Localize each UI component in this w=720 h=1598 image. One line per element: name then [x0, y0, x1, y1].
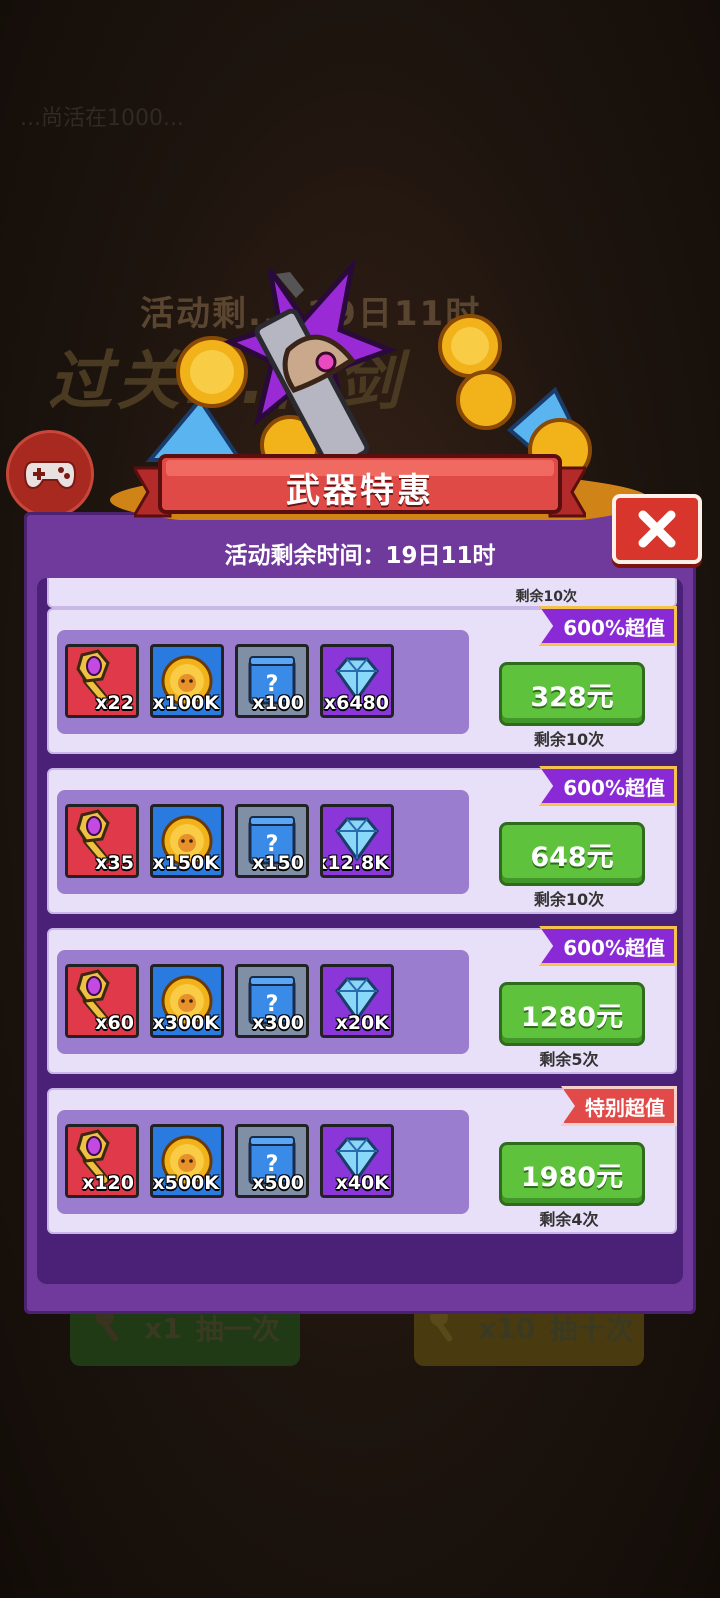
reward-quantity: x500K: [152, 1172, 219, 1194]
reward-item[interactable]: x500K: [150, 1124, 224, 1198]
reward-item[interactable]: ? x100: [235, 644, 309, 718]
reward-quantity: x100K: [152, 692, 219, 714]
reward-quantity: x20K: [335, 1012, 389, 1034]
close-button[interactable]: [612, 494, 702, 564]
reward-item[interactable]: x60: [65, 964, 139, 1038]
offer-items-panel: x22 x100K ? x100 x6480: [57, 630, 469, 734]
reward-quantity: x150K: [152, 852, 219, 874]
reward-quantity: x120: [82, 1172, 134, 1194]
dialog-title: 武器特惠: [286, 470, 434, 511]
offer-items-panel: x120 x500K ? x500 x40K: [57, 1110, 469, 1214]
reward-item[interactable]: x12.8K: [320, 804, 394, 878]
draw-ten-count: x10: [478, 1311, 536, 1345]
reward-quantity: x300: [252, 1012, 304, 1034]
draw-one-label: 抽一次: [195, 1313, 280, 1346]
value-badge: 600%超值: [539, 926, 677, 966]
offer-card: x60 x300K ? x300 x20K 600%超值 1280元剩余5次: [47, 926, 677, 1074]
reward-item[interactable]: x100K: [150, 644, 224, 718]
gamepad-button[interactable]: [6, 430, 94, 518]
reward-quantity: x12.8K: [320, 852, 389, 874]
reward-item[interactable]: ? x300: [235, 964, 309, 1038]
offer-card: x120 x500K ? x500 x40K 特别超值 1980元剩余4次: [47, 1086, 677, 1234]
reward-item[interactable]: ? x500: [235, 1124, 309, 1198]
background-top-text: ...尚活在1000...: [20, 106, 184, 131]
draw-one-count: x1: [144, 1311, 182, 1345]
offer-card-partial: 剩余10次: [47, 578, 677, 608]
reward-quantity: x6480: [323, 692, 389, 714]
reward-item[interactable]: x20K: [320, 964, 394, 1038]
remaining-count: 剩余10次: [515, 589, 577, 605]
draw-ten-label: 抽十次: [549, 1313, 634, 1346]
remaining-count: 剩余10次: [533, 890, 605, 909]
remaining-count: 剩余4次: [539, 1210, 599, 1229]
buy-button[interactable]: 1980元: [499, 1142, 645, 1206]
value-badge: 特别超值: [561, 1086, 677, 1126]
reward-quantity: x500: [252, 1172, 304, 1194]
buy-button[interactable]: 1280元: [499, 982, 645, 1046]
reward-item[interactable]: x35: [65, 804, 139, 878]
reward-quantity: x40K: [335, 1172, 389, 1194]
reward-item[interactable]: x120: [65, 1124, 139, 1198]
offer-card: x22 x100K ? x100 x6480 600%超值 328元剩余10次: [47, 606, 677, 754]
reward-quantity: x35: [95, 852, 134, 874]
value-badge: 600%超值: [539, 606, 677, 646]
offer-items-panel: x60 x300K ? x300 x20K: [57, 950, 469, 1054]
reward-quantity: x150: [252, 852, 304, 874]
reward-item[interactable]: x300K: [150, 964, 224, 1038]
buy-button[interactable]: 328元: [499, 662, 645, 726]
offer-list[interactable]: 剩余10次 x22 x100K? x100 x6480 600%超值 328元 剩余10次 x…: [37, 578, 683, 1284]
reward-item[interactable]: x40K: [320, 1124, 394, 1198]
buy-button[interactable]: 648元: [499, 822, 645, 886]
reward-item[interactable]: x150K: [150, 804, 224, 878]
reward-quantity: x22: [95, 692, 134, 714]
event-timer: 活动剩余时间：19日11时: [224, 543, 496, 569]
close-icon: [638, 510, 676, 548]
value-badge: 600%超值: [539, 766, 677, 806]
offer-card: x35 x150K ? x150 x12.8K 600%超值 648元剩余10次: [47, 766, 677, 914]
reward-item[interactable]: x22: [65, 644, 139, 718]
reward-item[interactable]: ? x150: [235, 804, 309, 878]
reward-quantity: x60: [95, 1012, 134, 1034]
offer-items-panel: x35 x150K ? x150 x12.8K: [57, 790, 469, 894]
reward-item[interactable]: x6480: [320, 644, 394, 718]
remaining-count: 剩余5次: [539, 1050, 599, 1069]
gamepad-icon: [23, 461, 77, 490]
reward-quantity: x100: [252, 692, 304, 714]
reward-quantity: x300K: [152, 1012, 219, 1034]
remaining-count: 剩余10次: [533, 730, 605, 749]
